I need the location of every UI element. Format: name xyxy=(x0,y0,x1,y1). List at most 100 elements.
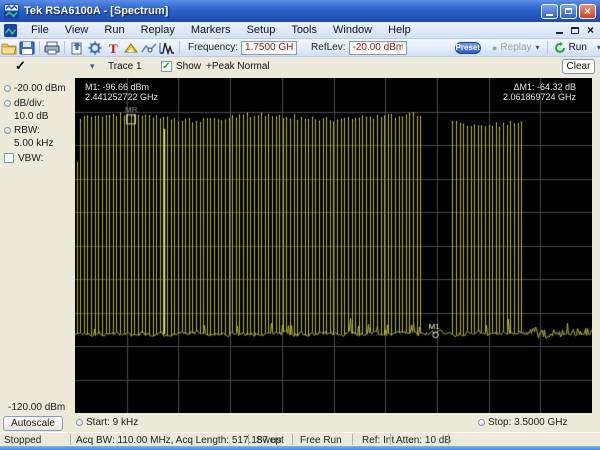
start-frequency-control[interactable]: Start: 9 kHz xyxy=(76,417,138,428)
spectrum-canvas[interactable] xyxy=(75,78,592,413)
close-icon: × xyxy=(583,4,591,18)
rbw-label: RBW: xyxy=(14,125,40,136)
minimize-icon xyxy=(546,13,553,16)
db-div-label: dB/div: xyxy=(14,98,45,109)
replay-record-icon: ● xyxy=(491,42,498,53)
knob-icon xyxy=(478,418,485,426)
restore-button[interactable] xyxy=(560,3,577,19)
reflev-label: RefLev: xyxy=(311,42,346,53)
status-separator xyxy=(448,434,449,445)
knob-icon xyxy=(76,418,83,426)
gear-icon[interactable] xyxy=(87,41,103,55)
toolbar: T Frequency: RefLev: Preset ● Replay ▾ xyxy=(0,39,600,57)
mdi-minimize-icon[interactable] xyxy=(555,32,563,34)
menu-replay[interactable]: Replay xyxy=(133,23,183,37)
text-marker-icon[interactable]: T xyxy=(105,41,121,55)
trace-selector[interactable]: Trace 1 xyxy=(108,61,142,72)
peak-marker-icon[interactable] xyxy=(123,41,139,55)
show-checkbox[interactable]: ✓ xyxy=(161,61,172,72)
toolbar-separator xyxy=(179,41,180,54)
minimize-button[interactable] xyxy=(541,3,558,19)
clear-button[interactable]: Clear xyxy=(562,59,595,74)
rbw-value: 5.00 kHz xyxy=(14,138,54,149)
waveform-icon[interactable] xyxy=(159,41,175,55)
status-mode: Swept xyxy=(256,435,284,446)
menu-bar: File View Run Replay Markers Setup Tools… xyxy=(0,22,600,39)
replay-label: Replay xyxy=(500,42,532,53)
knob-icon xyxy=(4,84,11,92)
scale-bar: Autoscale Start: 9 kHz Stop: 3.5000 GHz xyxy=(0,415,600,432)
marker1-frequency: 2.441252722 GHz xyxy=(85,92,159,102)
vbw-label: VBW: xyxy=(18,153,44,164)
run-refresh-icon xyxy=(554,41,565,53)
svg-text:T: T xyxy=(109,41,118,55)
replay-dropdown-icon[interactable]: ▾ xyxy=(536,43,540,52)
run-button[interactable]: Run xyxy=(551,41,587,54)
trace-settings-bar: ✓ ▾ Trace 1 ✓ Show +Peak Normal Clear xyxy=(0,57,600,77)
window-bottom-border xyxy=(0,446,600,450)
preset-button[interactable]: Preset xyxy=(454,41,481,54)
replay-button[interactable]: ● Replay xyxy=(489,42,532,53)
mdi-restore-icon[interactable] xyxy=(570,26,579,34)
spectrum-plot-area: M1: -96.66 dBm 2.441252722 GHz ΔM1: -64.… xyxy=(75,78,592,413)
status-separator xyxy=(70,434,71,445)
show-label: Show xyxy=(176,61,202,72)
vbw-control[interactable]: VBW: xyxy=(4,153,43,164)
menu-file[interactable]: File xyxy=(23,23,57,37)
menu-view[interactable]: View xyxy=(57,23,97,37)
stop-frequency-label: Stop: 3.5000 GHz xyxy=(488,417,568,428)
status-acquisition: Acq BW: 110.00 MHz, Acq Length: 517.187 … xyxy=(76,435,282,446)
close-button[interactable]: × xyxy=(579,3,596,19)
rbw-control[interactable]: RBW: xyxy=(4,125,40,136)
stop-frequency-control[interactable]: Stop: 3.5000 GHz xyxy=(478,417,568,428)
status-bar: Stopped Acq BW: 110.00 MHz, Acq Length: … xyxy=(0,432,600,446)
status-run-state: Stopped xyxy=(4,435,42,446)
reflev-input[interactable] xyxy=(348,40,407,55)
document-arrow-icon[interactable] xyxy=(69,41,85,55)
run-label: Run xyxy=(568,42,587,53)
status-separator xyxy=(248,434,249,445)
status-trigger: Free Run xyxy=(300,435,342,446)
toolbar-separator xyxy=(64,41,65,54)
status-attenuation: Atten: 10 dB xyxy=(396,435,452,446)
vbw-checkbox[interactable] xyxy=(4,153,14,164)
menu-tools[interactable]: Tools xyxy=(283,23,325,37)
document-logo-icon xyxy=(4,23,17,37)
menu-help[interactable]: Help xyxy=(380,23,419,37)
menu-setup[interactable]: Setup xyxy=(239,23,284,37)
marker1-readout: M1: -96.66 dBm 2.441252722 GHz xyxy=(85,82,158,102)
ref-level-value: -20.00 dBm xyxy=(14,83,66,94)
restore-icon xyxy=(565,8,572,14)
status-separator xyxy=(292,434,293,445)
bottom-level-label: -120.00 dBm xyxy=(8,402,66,413)
status-separator xyxy=(352,434,353,445)
marker-trace-icon[interactable] xyxy=(141,41,157,55)
start-frequency-label: Start: 9 kHz xyxy=(86,417,139,428)
title-bar[interactable]: Tek RSA6100A - [Spectrum] × xyxy=(0,0,600,22)
ref-level-control[interactable]: -20.00 dBm xyxy=(4,83,66,94)
print-icon[interactable] xyxy=(44,41,60,55)
checkbox-check-icon: ✓ xyxy=(162,60,171,72)
mdi-window-controls: × xyxy=(555,24,600,36)
mdi-close-icon[interactable]: × xyxy=(587,24,594,36)
autoscale-button[interactable]: Autoscale xyxy=(3,416,63,431)
menu-run[interactable]: Run xyxy=(96,23,132,37)
knob-icon xyxy=(4,126,11,134)
save-icon[interactable] xyxy=(19,41,35,55)
toolbar-separator xyxy=(39,41,40,54)
app-logo-icon xyxy=(4,3,19,19)
menu-window[interactable]: Window xyxy=(325,23,380,37)
frequency-label: Frequency: xyxy=(188,42,239,53)
delta-marker-readout: ΔM1: -64.32 dB 2.061869724 GHz xyxy=(503,82,576,102)
db-div-value: 10.0 dB xyxy=(14,111,49,122)
frequency-input[interactable] xyxy=(241,40,298,55)
db-div-control[interactable]: dB/div: xyxy=(4,98,45,109)
panel-check-icon[interactable]: ✓ xyxy=(15,58,26,74)
app-window: Tek RSA6100A - [Spectrum] × File View Ru… xyxy=(0,0,600,450)
open-folder-icon[interactable] xyxy=(1,41,17,55)
delta-marker-amplitude: ΔM1: -64.32 dB xyxy=(513,82,576,92)
marker1-amplitude: M1: -96.66 dBm xyxy=(85,82,150,92)
trace-dropdown-icon[interactable]: ▾ xyxy=(90,61,95,72)
window-title: Tek RSA6100A - [Spectrum] xyxy=(24,5,169,17)
menu-markers[interactable]: Markers xyxy=(183,23,239,37)
